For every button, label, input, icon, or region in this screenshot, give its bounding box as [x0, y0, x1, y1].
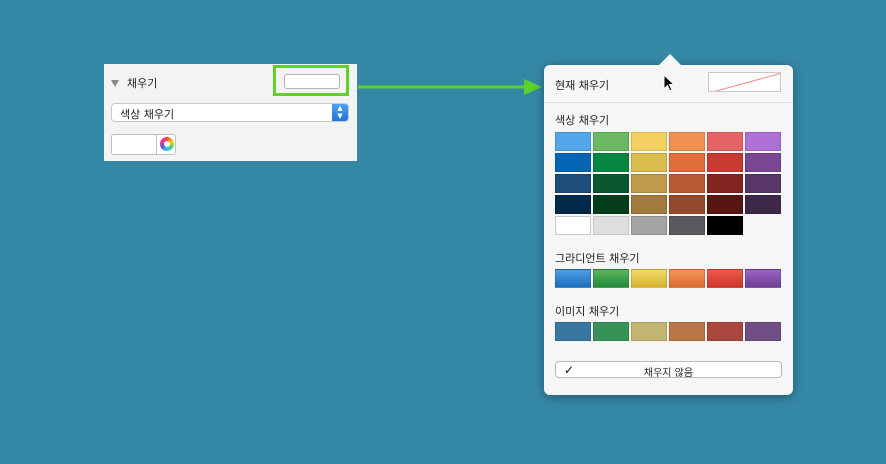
color-swatch[interactable] [631, 174, 667, 193]
color-swatch[interactable] [631, 132, 667, 151]
color-fill-label: 색상 채우기 [555, 114, 610, 127]
color-swatch[interactable] [669, 132, 705, 151]
color-well-divider [156, 135, 157, 154]
image-swatch[interactable] [593, 322, 629, 341]
image-fill-label: 이미지 채우기 [555, 305, 620, 318]
gradient-swatch[interactable] [669, 269, 705, 288]
color-swatch[interactable] [745, 153, 781, 172]
fill-swatch-highlight [273, 65, 349, 96]
image-swatch[interactable] [669, 322, 705, 341]
color-wheel-icon[interactable] [160, 137, 174, 151]
image-swatch[interactable] [707, 322, 743, 341]
popover-notch [659, 54, 681, 65]
color-swatch[interactable] [669, 174, 705, 193]
color-swatch[interactable] [555, 216, 591, 235]
color-swatch[interactable] [707, 216, 743, 235]
gradient-swatch[interactable] [555, 269, 591, 288]
color-swatch[interactable] [669, 195, 705, 214]
fill-type-value: 색상 채우기 [120, 108, 175, 121]
no-fill-label: 채우지 않음 [643, 368, 694, 379]
gradient-swatch[interactable] [745, 269, 781, 288]
disclosure-triangle-icon[interactable] [111, 79, 119, 87]
fill-section-header[interactable]: 채우기 [111, 75, 157, 91]
fill-popover: 현재 채우기 색상 채우기 그라디언트 채우기 이미지 채우기 ✓ 채우지 않음 [544, 54, 793, 395]
image-swatch[interactable] [631, 322, 667, 341]
color-swatch[interactable] [593, 132, 629, 151]
color-swatch[interactable] [707, 153, 743, 172]
color-swatch[interactable] [555, 174, 591, 193]
image-swatch[interactable] [745, 322, 781, 341]
color-swatch[interactable] [745, 132, 781, 151]
arrow-annotation [358, 79, 542, 95]
gradient-fill-label: 그라디언트 채우기 [555, 252, 640, 265]
fill-swatch-button[interactable] [284, 74, 340, 89]
color-swatch[interactable] [669, 153, 705, 172]
color-well[interactable] [111, 134, 176, 155]
color-swatch[interactable] [555, 132, 591, 151]
color-swatch[interactable] [669, 216, 705, 235]
gradient-swatch[interactable] [593, 269, 629, 288]
select-chevron-icon[interactable]: ▲ ▼ [332, 104, 348, 121]
current-fill-swatch[interactable] [708, 72, 781, 92]
image-swatch[interactable] [555, 322, 591, 341]
color-swatch[interactable] [593, 216, 629, 235]
fill-inspector-panel: 채우기 색상 채우기 ▲ ▼ [104, 64, 357, 161]
fill-section-title: 채우기 [127, 77, 158, 90]
color-swatch[interactable] [631, 216, 667, 235]
gradient-swatch[interactable] [631, 269, 667, 288]
color-swatch[interactable] [593, 153, 629, 172]
color-swatch[interactable] [707, 132, 743, 151]
color-swatch[interactable] [631, 153, 667, 172]
color-swatch[interactable] [707, 195, 743, 214]
color-swatch[interactable] [745, 174, 781, 193]
color-swatch[interactable] [555, 195, 591, 214]
popover-divider [544, 102, 793, 103]
color-swatch[interactable] [707, 174, 743, 193]
color-swatch[interactable] [631, 195, 667, 214]
fill-type-select[interactable]: 색상 채우기 ▲ ▼ [111, 103, 349, 122]
no-fill-button[interactable]: ✓ 채우지 않음 [555, 361, 782, 379]
color-swatch[interactable] [593, 195, 629, 214]
no-fill-slash-icon [714, 73, 780, 91]
color-swatch[interactable] [555, 153, 591, 172]
mouse-cursor-icon [663, 74, 675, 92]
gradient-swatch[interactable] [707, 269, 743, 288]
current-fill-label: 현재 채우기 [555, 79, 610, 92]
color-swatch[interactable] [745, 195, 781, 214]
color-swatch[interactable] [593, 174, 629, 193]
